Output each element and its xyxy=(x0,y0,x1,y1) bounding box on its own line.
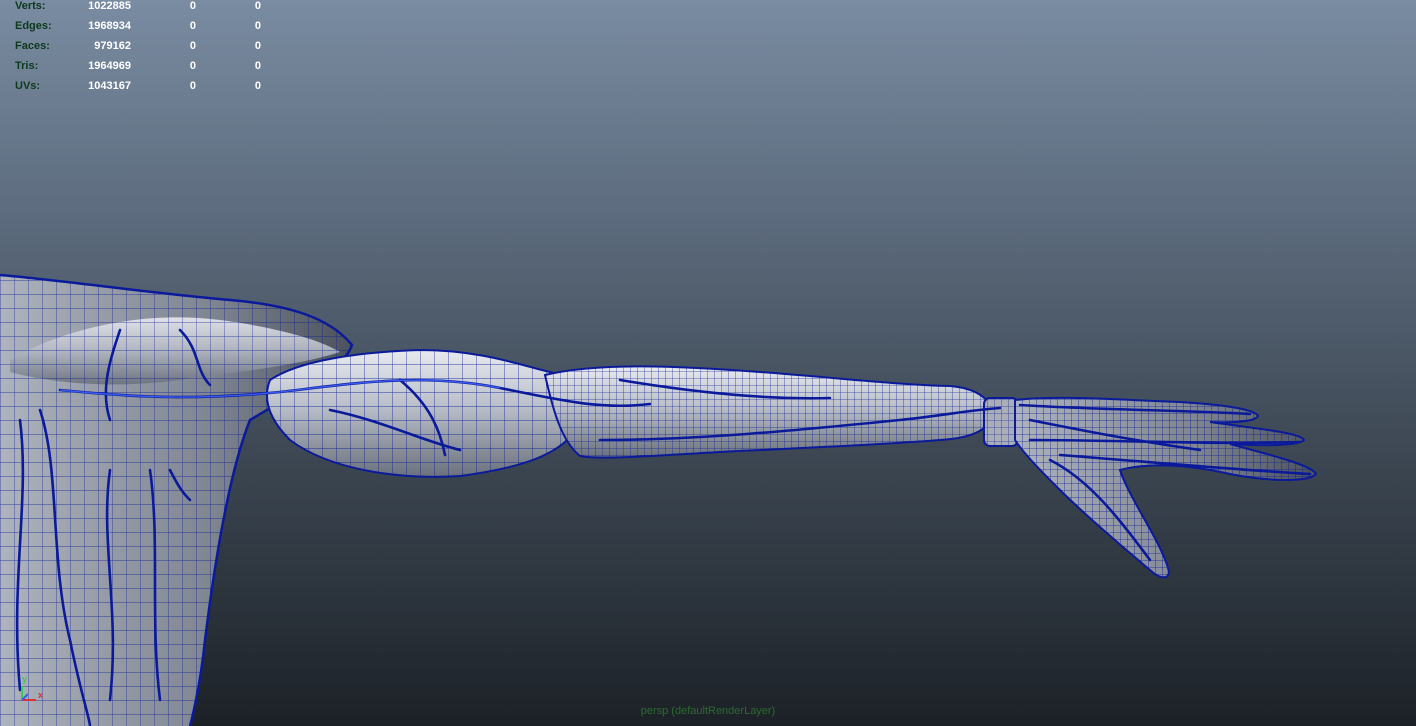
axis-y-label: y xyxy=(22,674,28,684)
hud-value-component: 0 xyxy=(254,80,261,92)
hud-value-component: 0 xyxy=(254,60,261,72)
hud-label: UVs: xyxy=(15,80,41,92)
hud-label: Tris: xyxy=(15,60,39,72)
hud-value-selected: 0 xyxy=(189,60,196,72)
hud-value-object: 979162 xyxy=(94,40,131,52)
hud-row-faces: Faces: 979162 0 0 xyxy=(0,40,270,60)
hud-value-object: 1968934 xyxy=(88,20,131,32)
maya-perspective-viewport[interactable]: Verts: 1022885 0 0 Edges: 1968934 0 0 Fa… xyxy=(0,0,1416,726)
hud-value-object: 1043167 xyxy=(88,80,131,92)
hud-row-uvs: UVs: 1043167 0 0 xyxy=(0,80,270,100)
hud-label: Verts: xyxy=(15,0,46,12)
hud-value-object: 1022885 xyxy=(88,0,131,12)
hud-row-edges: Edges: 1968934 0 0 xyxy=(0,20,270,40)
camera-label: persp (defaultRenderLayer) xyxy=(640,705,776,717)
hud-value-selected: 0 xyxy=(189,0,196,12)
hud-value-component: 0 xyxy=(254,40,261,52)
hud-value-selected: 0 xyxy=(189,80,196,92)
hud-label: Faces: xyxy=(15,40,50,52)
arm-model-wireframe[interactable] xyxy=(0,0,1416,726)
hud-row-verts: Verts: 1022885 0 0 xyxy=(0,0,270,20)
hud-value-component: 0 xyxy=(254,20,261,32)
hud-value-object: 1964969 xyxy=(88,60,131,72)
poly-count-hud: Verts: 1022885 0 0 Edges: 1968934 0 0 Fa… xyxy=(0,0,270,100)
axis-x-label: x xyxy=(38,690,44,700)
hud-value-component: 0 xyxy=(254,0,261,12)
hud-label: Edges: xyxy=(15,20,52,32)
hud-value-selected: 0 xyxy=(189,20,196,32)
hud-value-selected: 0 xyxy=(189,40,196,52)
hud-row-tris: Tris: 1964969 0 0 xyxy=(0,60,270,80)
